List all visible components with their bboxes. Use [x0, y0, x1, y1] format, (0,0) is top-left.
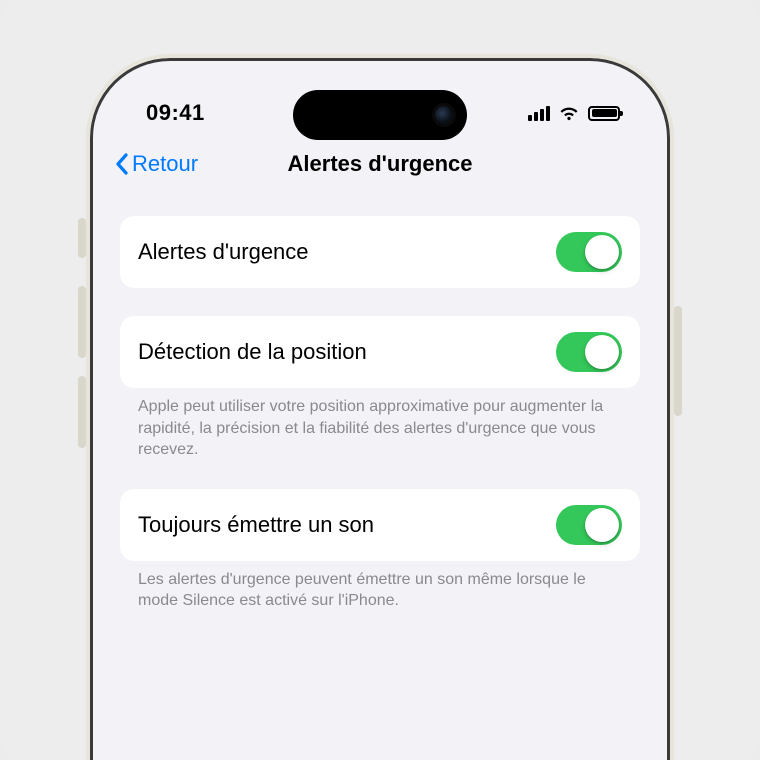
chevron-left-icon	[114, 152, 130, 176]
volume-up-button	[78, 286, 86, 358]
screen: 09:41	[100, 68, 660, 760]
back-button[interactable]: Retour	[114, 151, 198, 177]
toggle-emergency-alerts[interactable]	[556, 232, 622, 272]
wifi-icon	[558, 105, 580, 121]
phone-frame: 09:41	[86, 54, 674, 760]
row-label: Toujours émettre un son	[138, 512, 374, 538]
row-label: Alertes d'urgence	[138, 239, 309, 265]
row-label: Détection de la position	[138, 339, 367, 365]
row-sound-footer: Les alertes d'urgence peuvent émettre un…	[120, 561, 640, 612]
status-right	[528, 105, 620, 121]
row-emergency-alerts[interactable]: Alertes d'urgence	[120, 216, 640, 288]
row-location-detection[interactable]: Détection de la position	[120, 316, 640, 388]
toggle-always-play-sound[interactable]	[556, 505, 622, 545]
back-label: Retour	[132, 151, 198, 177]
mute-switch	[78, 218, 86, 258]
power-button	[674, 306, 682, 416]
volume-down-button	[78, 376, 86, 448]
screenshot-stage: 09:41	[0, 0, 760, 760]
settings-content: Alertes d'urgence Détection de la positi…	[100, 188, 660, 612]
nav-header: Retour Alertes d'urgence	[100, 140, 660, 188]
front-camera	[435, 106, 453, 124]
status-time: 09:41	[146, 100, 205, 126]
row-always-play-sound[interactable]: Toujours émettre un son	[120, 489, 640, 561]
row-location-footer: Apple peut utiliser votre position appro…	[120, 388, 640, 461]
toggle-location-detection[interactable]	[556, 332, 622, 372]
dynamic-island	[293, 90, 467, 140]
battery-icon	[588, 106, 620, 121]
cellular-signal-icon	[528, 105, 550, 121]
